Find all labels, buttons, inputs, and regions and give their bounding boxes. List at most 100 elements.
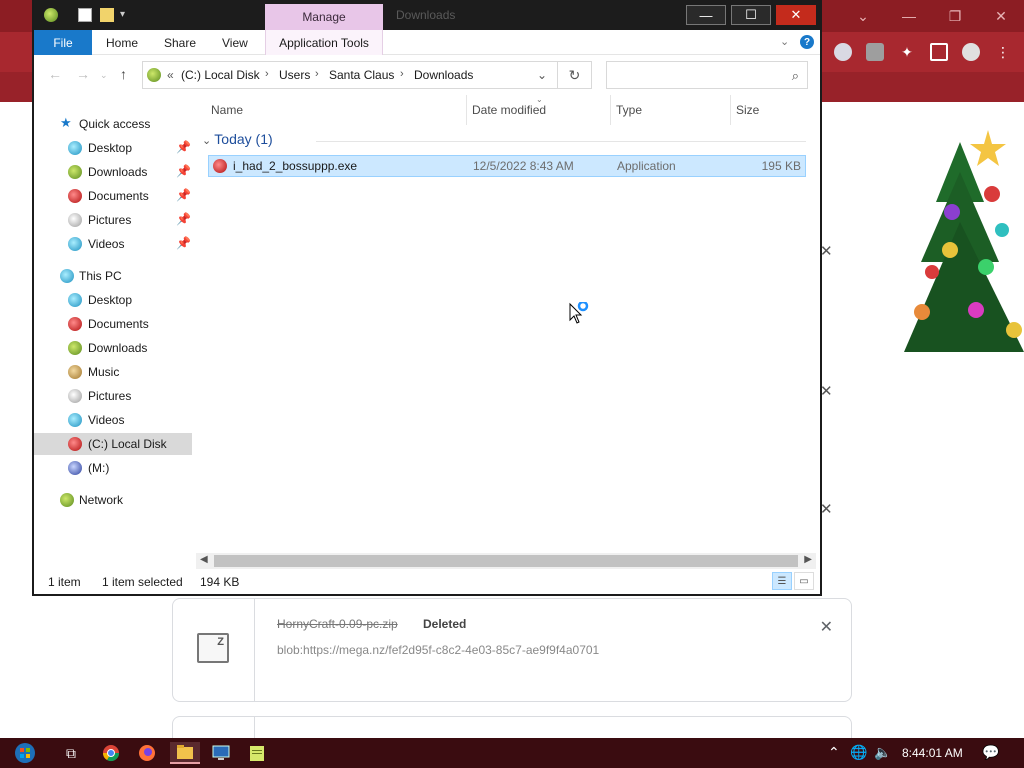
chevron-down-icon[interactable]: ▾	[120, 9, 134, 23]
breadcrumb-users[interactable]: Users	[279, 68, 310, 82]
tab-share[interactable]: Share	[164, 36, 196, 50]
column-divider[interactable]	[730, 95, 731, 125]
christmas-tree-decoration	[904, 130, 1024, 352]
explorer-titlebar: ▾ Manage Downloads — ☐ ✕	[34, 0, 820, 30]
nav-label: (M:)	[88, 461, 110, 475]
nav-quick-videos[interactable]: Videos 📌	[34, 233, 192, 255]
scroll-right-icon[interactable]: ▶	[804, 554, 812, 565]
start-button-icon[interactable]	[10, 742, 40, 764]
column-divider[interactable]	[466, 95, 467, 125]
chevron-down-icon[interactable]: ⌄	[537, 68, 547, 82]
column-header-type[interactable]: Type	[616, 103, 642, 117]
remote-desktop-icon[interactable]	[206, 742, 236, 764]
download-filename[interactable]: HornyCraft-0.09-pc.zip	[277, 617, 398, 631]
details-view-icon[interactable]: ☰	[772, 572, 792, 590]
column-header-size[interactable]: Size	[736, 103, 759, 117]
chevron-down-icon[interactable]: ⌄	[780, 35, 789, 48]
notifications-icon[interactable]: 💬	[982, 744, 999, 761]
nav-quick-access[interactable]: ★ Quick access	[34, 113, 192, 135]
column-header-name[interactable]: Name	[211, 103, 243, 117]
pin-icon[interactable]: 📌	[176, 140, 191, 154]
chrome-icon[interactable]	[96, 742, 126, 764]
nav-pc-desktop[interactable]: Desktop	[34, 289, 192, 311]
tab-home[interactable]: Home	[106, 36, 138, 50]
tab-application-tools[interactable]: Application Tools	[265, 30, 383, 55]
nav-pc-m-drive[interactable]: (M:)	[34, 457, 192, 479]
chevron-down-icon[interactable]: ⌄	[100, 70, 108, 81]
pin-icon[interactable]: 📌	[176, 236, 191, 250]
group-header-today[interactable]: ⌄ Today (1)	[202, 131, 273, 147]
nav-network[interactable]: Network	[34, 489, 192, 511]
language-globe-icon[interactable]: 🌐	[850, 744, 867, 761]
nav-quick-documents[interactable]: Documents 📌	[34, 185, 192, 207]
file-row[interactable]: i_had_2_bossuppp.exe 12/5/2022 8:43 AM A…	[208, 155, 806, 177]
nav-label: Documents	[88, 317, 149, 331]
nav-pc-downloads[interactable]: Downloads	[34, 337, 192, 359]
nav-pc-local-disk[interactable]: (C:) Local Disk	[34, 433, 192, 455]
maximize-button[interactable]: ☐	[731, 5, 771, 25]
nav-pc-documents[interactable]: Documents	[34, 313, 192, 335]
chevron-right-icon[interactable]: ›	[265, 68, 269, 80]
notepad-icon[interactable]	[242, 742, 272, 764]
breadcrumb-downloads[interactable]: Downloads	[414, 68, 473, 82]
nav-quick-desktop[interactable]: Desktop 📌	[34, 137, 192, 159]
new-folder-quick-icon[interactable]	[100, 8, 114, 22]
nav-this-pc[interactable]: This PC	[34, 265, 192, 287]
volume-icon[interactable]: 🔈	[874, 744, 891, 761]
file-explorer-taskbar-icon[interactable]	[170, 742, 200, 764]
nav-quick-pictures[interactable]: Pictures 📌	[34, 209, 192, 231]
pin-icon[interactable]: 📌	[176, 188, 191, 202]
scroll-left-icon[interactable]: ◀	[200, 554, 208, 565]
properties-quick-icon[interactable]	[78, 8, 92, 22]
close-button[interactable]: ✕	[776, 5, 816, 25]
downloads-icon	[68, 165, 82, 179]
large-icons-view-icon[interactable]: ▭	[794, 572, 814, 590]
nav-quick-downloads[interactable]: Downloads 📌	[34, 161, 192, 183]
s-extension-icon[interactable]	[866, 43, 884, 61]
pin-icon[interactable]: 📌	[176, 212, 191, 226]
up-arrow-icon[interactable]: ↑	[120, 66, 127, 82]
browser-close-button[interactable]: ✕	[978, 0, 1024, 32]
forward-arrow-icon[interactable]: →	[76, 66, 90, 82]
file-name: i_had_2_bossuppp.exe	[233, 159, 358, 173]
file-type: Application	[617, 159, 676, 173]
tab-file[interactable]: File	[34, 30, 92, 55]
remove-download-button[interactable]: ✕	[820, 617, 833, 637]
breadcrumb-overflow[interactable]: «	[167, 68, 174, 82]
explorer-app-icon[interactable]	[44, 8, 58, 22]
tab-view[interactable]: View	[222, 36, 248, 50]
nav-pc-music[interactable]: Music	[34, 361, 192, 383]
kebab-menu-icon[interactable]: ⋮	[994, 43, 1012, 61]
firefox-icon[interactable]	[132, 742, 162, 764]
refresh-icon[interactable]: ↻	[558, 61, 592, 89]
taskbar-clock[interactable]: 8:44:01 AM	[902, 746, 963, 760]
nav-pc-pictures[interactable]: Pictures	[34, 385, 192, 407]
search-input[interactable]: ⌕	[606, 61, 808, 89]
manage-tab-header[interactable]: Manage	[265, 4, 383, 30]
chevron-right-icon[interactable]: ›	[400, 68, 404, 80]
column-divider[interactable]	[610, 95, 611, 125]
music-icon	[68, 365, 82, 379]
help-icon[interactable]: ?	[800, 35, 814, 49]
back-arrow-icon[interactable]: ←	[48, 66, 62, 82]
puzzle-extensions-icon[interactable]: ✦	[898, 43, 916, 61]
breadcrumb-local-disk[interactable]: (C:) Local Disk	[181, 68, 260, 82]
chevron-right-icon[interactable]: ›	[315, 68, 319, 80]
scrollbar-thumb[interactable]	[214, 555, 798, 567]
side-panel-icon[interactable]	[930, 43, 948, 61]
flag-extension-icon[interactable]	[834, 43, 852, 61]
minimize-button[interactable]: —	[686, 5, 726, 25]
browser-minimize-button[interactable]: —	[886, 0, 932, 32]
task-view-icon[interactable]: ⧉	[56, 742, 86, 764]
column-header-date[interactable]: Date modified	[472, 103, 546, 117]
chevron-down-icon[interactable]: ⌄	[202, 135, 214, 147]
address-bar[interactable]: « (C:) Local Disk › Users › Santa Claus …	[142, 61, 558, 89]
profile-avatar-icon[interactable]	[962, 43, 980, 61]
nav-pc-videos[interactable]: Videos	[34, 409, 192, 431]
horizontal-scrollbar[interactable]: ◀ ▶	[196, 553, 816, 569]
breadcrumb-santa-claus[interactable]: Santa Claus	[329, 68, 394, 82]
chevron-up-icon[interactable]: ⌃	[828, 744, 840, 761]
pin-icon[interactable]: 📌	[176, 164, 191, 178]
chevron-down-icon[interactable]: ⌄	[840, 0, 886, 32]
browser-restore-button[interactable]: ❐	[932, 0, 978, 32]
